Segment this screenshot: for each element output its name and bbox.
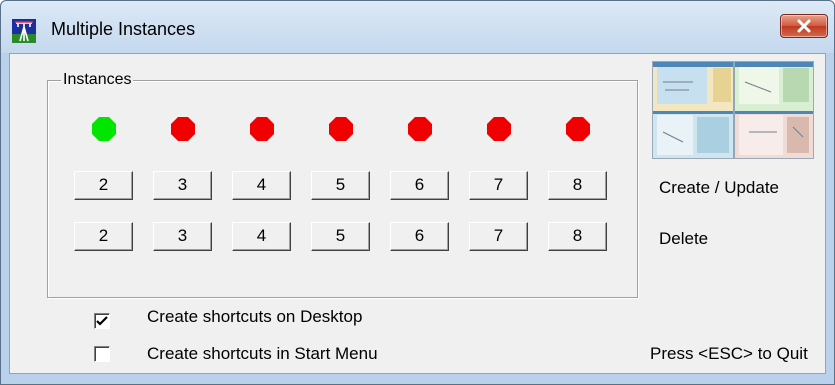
title-bar[interactable]: Multiple Instances xyxy=(1,1,834,53)
delete-instance-3-button[interactable]: 3 xyxy=(153,222,212,251)
create-instance-8-button[interactable]: 8 xyxy=(548,171,607,200)
create-instance-6-button[interactable]: 6 xyxy=(390,171,449,200)
instance-7-status-indicator xyxy=(486,116,512,142)
instances-group-label: Instances xyxy=(61,71,134,89)
delete-instance-5-button[interactable]: 5 xyxy=(311,222,370,251)
quit-hint-label: Press <ESC> to Quit xyxy=(650,344,808,363)
create-update-label: Create / Update xyxy=(659,178,780,197)
desktop-shortcut-checkbox[interactable] xyxy=(94,313,110,329)
delete-instance-8-button[interactable]: 8 xyxy=(548,222,607,251)
create-instance-4-button[interactable]: 4 xyxy=(232,171,291,200)
multi-window-preview-thumbnail xyxy=(652,61,814,159)
delete-label: Delete xyxy=(659,229,709,248)
instance-2-status-indicator xyxy=(91,116,117,142)
start-menu-shortcut-label: Create shortcuts in Start Menu xyxy=(147,344,378,363)
create-instance-2-button[interactable]: 2 xyxy=(74,171,133,200)
delete-instance-4-button[interactable]: 4 xyxy=(232,222,291,251)
dialog-client-area: Instances Create / Update Delete Create … xyxy=(9,53,826,374)
instance-3-status-indicator xyxy=(170,116,196,142)
instance-4-status-indicator xyxy=(249,116,275,142)
close-button[interactable] xyxy=(780,14,828,38)
checkmark-icon xyxy=(96,316,108,326)
instance-8-status-indicator xyxy=(565,116,591,142)
create-instance-3-button[interactable]: 3 xyxy=(153,171,212,200)
window-title: Multiple Instances xyxy=(51,19,196,39)
desktop-shortcut-label: Create shortcuts on Desktop xyxy=(147,307,363,326)
instance-5-status-indicator xyxy=(328,116,354,142)
delete-instance-7-button[interactable]: 7 xyxy=(469,222,528,251)
delete-instance-6-button[interactable]: 6 xyxy=(390,222,449,251)
antenna-tower-icon xyxy=(12,19,36,43)
start-menu-shortcut-checkbox[interactable] xyxy=(94,346,110,362)
delete-instance-2-button[interactable]: 2 xyxy=(74,222,133,251)
create-instance-5-button[interactable]: 5 xyxy=(311,171,370,200)
create-instance-7-button[interactable]: 7 xyxy=(469,171,528,200)
dialog-window: Multiple Instances Instances Create / Up… xyxy=(0,0,835,385)
close-x-icon xyxy=(797,19,811,33)
instance-6-status-indicator xyxy=(407,116,433,142)
